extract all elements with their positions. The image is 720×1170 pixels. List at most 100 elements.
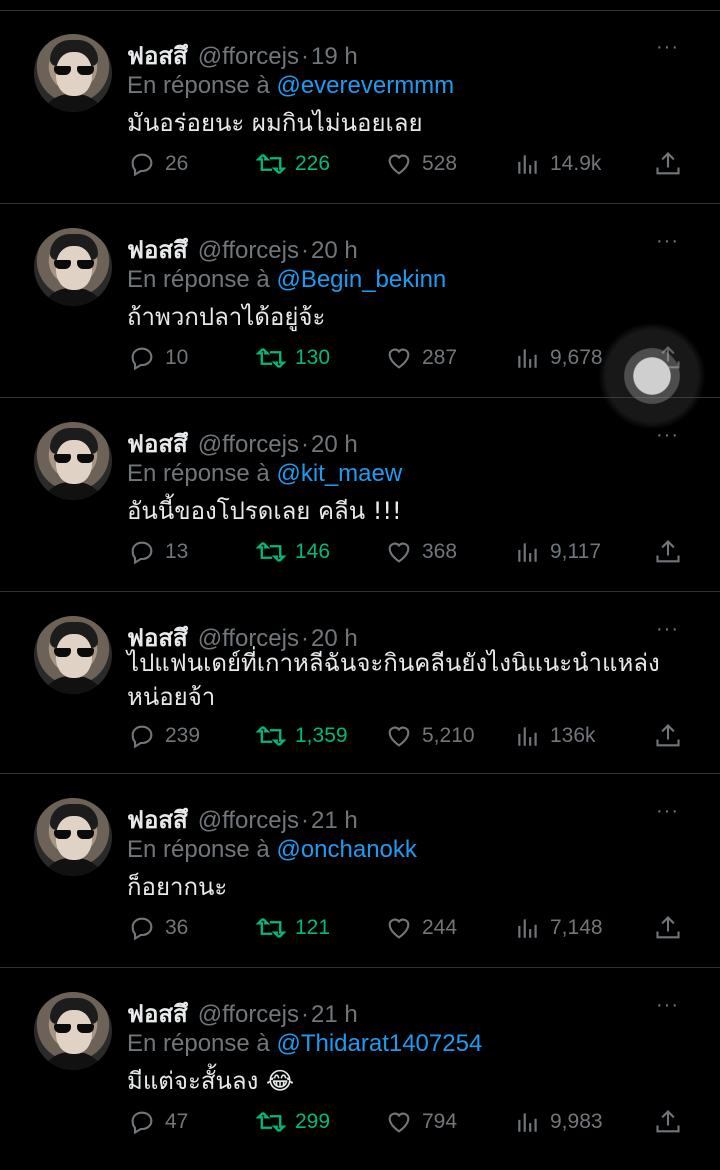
reply-mention-link[interactable]: @Begin_bekinn xyxy=(276,266,446,293)
share-icon xyxy=(656,152,680,175)
reply-button[interactable]: 239 xyxy=(128,722,200,750)
tweet-text: มันอร่อยนะ ผมกินไม่นอยเลย xyxy=(127,109,423,137)
views-button[interactable]: 7,148 xyxy=(515,914,603,942)
timestamp[interactable]: 20 h xyxy=(311,237,358,265)
reply-count: 10 xyxy=(165,346,189,369)
views-icon xyxy=(518,1113,537,1132)
tweet-item[interactable]: ฟอสสึ @fforcejs · 21 h ··· En réponse à … xyxy=(0,774,720,968)
tweet-header: ฟอสสึ @fforcejs · 21 h xyxy=(127,994,358,1033)
views-icon xyxy=(518,155,537,174)
reply-icon xyxy=(131,917,153,941)
like-button[interactable]: 287 xyxy=(385,344,457,372)
share-button[interactable] xyxy=(654,150,682,178)
share-button[interactable] xyxy=(654,914,682,942)
tweet-item[interactable]: ฟอสสึ @fforcejs · 19 h ··· En réponse à … xyxy=(0,10,720,204)
retweet-button[interactable]: 130 xyxy=(256,344,330,372)
like-button[interactable]: 5,210 xyxy=(385,722,475,750)
reply-mention-link[interactable]: @Thidarat1407254 xyxy=(276,1030,482,1057)
timestamp[interactable]: 20 h xyxy=(311,431,358,459)
share-button[interactable] xyxy=(654,722,682,750)
tweet-text: ถ้าพวกปลาได้อยู่จ้ะ xyxy=(127,303,326,331)
tweet-item[interactable]: ฟอสสึ @fforcejs · 20 h ··· En réponse à … xyxy=(0,398,720,592)
views-button[interactable]: 9,983 xyxy=(515,1108,603,1136)
more-options-icon[interactable]: ··· xyxy=(656,36,679,59)
views-count: 136k xyxy=(550,724,596,747)
tweet-item[interactable]: ฟอสสึ @fforcejs · 20 h ··· ไปแฟนเดย์ที่เ… xyxy=(0,592,720,774)
retweet-count: 1,359 xyxy=(295,724,348,747)
user-handle[interactable]: @fforcejs xyxy=(198,1001,299,1029)
display-name[interactable]: ฟอสสึ xyxy=(127,230,188,269)
more-options-icon[interactable]: ··· xyxy=(656,230,679,253)
views-button[interactable]: 9,117 xyxy=(515,538,601,566)
tweet-text: มีแต่จะสั้นลง 😂 xyxy=(127,1067,294,1095)
share-icon xyxy=(656,540,680,563)
reply-button[interactable]: 26 xyxy=(128,150,188,178)
display-name[interactable]: ฟอสสึ xyxy=(127,800,188,839)
like-button[interactable]: 244 xyxy=(385,914,457,942)
views-button[interactable]: 9,678 xyxy=(515,344,603,372)
retweet-icon xyxy=(256,917,286,939)
separator-dot: · xyxy=(301,237,309,264)
views-count: 9,117 xyxy=(550,540,601,563)
more-options-icon[interactable]: ··· xyxy=(656,618,679,641)
reply-prefix: En réponse à xyxy=(127,836,270,863)
avatar[interactable] xyxy=(34,616,112,694)
reply-mention-link[interactable]: @kit_maew xyxy=(276,460,402,487)
share-button[interactable] xyxy=(654,1108,682,1136)
user-handle[interactable]: @fforcejs xyxy=(198,237,299,265)
reply-context: En réponse à @onchanokk xyxy=(127,836,417,864)
reply-count: 47 xyxy=(165,1110,189,1133)
retweet-button[interactable]: 226 xyxy=(256,150,330,178)
retweet-icon xyxy=(256,1111,286,1133)
display-name[interactable]: ฟอสสึ xyxy=(127,994,188,1033)
timestamp[interactable]: 19 h xyxy=(311,43,358,71)
reply-button[interactable]: 10 xyxy=(128,344,188,372)
display-name[interactable]: ฟอสสึ xyxy=(127,36,188,75)
avatar[interactable] xyxy=(34,422,112,500)
views-button[interactable]: 14.9k xyxy=(515,150,601,178)
user-handle[interactable]: @fforcejs xyxy=(198,807,299,835)
reply-button[interactable]: 13 xyxy=(128,538,188,566)
display-name[interactable]: ฟอสสึ xyxy=(127,424,188,463)
heart-icon xyxy=(388,726,410,747)
share-button[interactable] xyxy=(654,538,682,566)
retweet-button[interactable]: 1,359 xyxy=(256,722,348,750)
reply-mention-link[interactable]: @onchanokk xyxy=(276,836,416,863)
reply-icon xyxy=(131,347,153,371)
tweet-header: ฟอสสึ @fforcejs · 21 h xyxy=(127,800,358,839)
avatar[interactable] xyxy=(34,228,112,306)
heart-icon xyxy=(388,542,410,563)
views-button[interactable]: 136k xyxy=(515,722,596,750)
retweet-button[interactable]: 121 xyxy=(256,914,330,942)
tweet-text: ก็อยากนะ xyxy=(127,873,228,901)
tweet-item[interactable]: ฟอสสึ @fforcejs · 21 h ··· En réponse à … xyxy=(0,968,720,1162)
tweet-feed: ฟอสสึ @fforcejs · 19 h ··· En réponse à … xyxy=(0,0,720,1170)
reply-mention-link[interactable]: @everevermmm xyxy=(276,72,454,99)
like-button[interactable]: 528 xyxy=(385,150,457,178)
more-options-icon[interactable]: ··· xyxy=(656,994,679,1017)
tweet-text: อันนี้ของโปรดเลย คลีน !!! xyxy=(127,497,402,525)
retweet-button[interactable]: 146 xyxy=(256,538,330,566)
timestamp[interactable]: 21 h xyxy=(311,807,358,835)
retweet-button[interactable]: 299 xyxy=(256,1108,330,1136)
reply-count: 26 xyxy=(165,152,189,175)
like-button[interactable]: 368 xyxy=(385,538,457,566)
reply-button[interactable]: 36 xyxy=(128,914,188,942)
user-handle[interactable]: @fforcejs xyxy=(198,431,299,459)
user-handle[interactable]: @fforcejs xyxy=(198,43,299,71)
like-count: 287 xyxy=(422,346,458,369)
reply-count: 36 xyxy=(165,916,189,939)
avatar[interactable] xyxy=(34,34,112,112)
timestamp[interactable]: 21 h xyxy=(311,1001,358,1029)
reply-count: 13 xyxy=(165,540,189,563)
avatar[interactable] xyxy=(34,992,112,1070)
more-options-icon[interactable]: ··· xyxy=(656,800,679,823)
retweet-count: 226 xyxy=(295,152,331,175)
reply-context: En réponse à @kit_maew xyxy=(127,460,402,488)
like-button[interactable]: 794 xyxy=(385,1108,457,1136)
reply-icon xyxy=(131,153,153,177)
like-count: 794 xyxy=(422,1110,458,1133)
reply-button[interactable]: 47 xyxy=(128,1108,188,1136)
views-count: 14.9k xyxy=(550,152,602,175)
avatar[interactable] xyxy=(34,798,112,876)
